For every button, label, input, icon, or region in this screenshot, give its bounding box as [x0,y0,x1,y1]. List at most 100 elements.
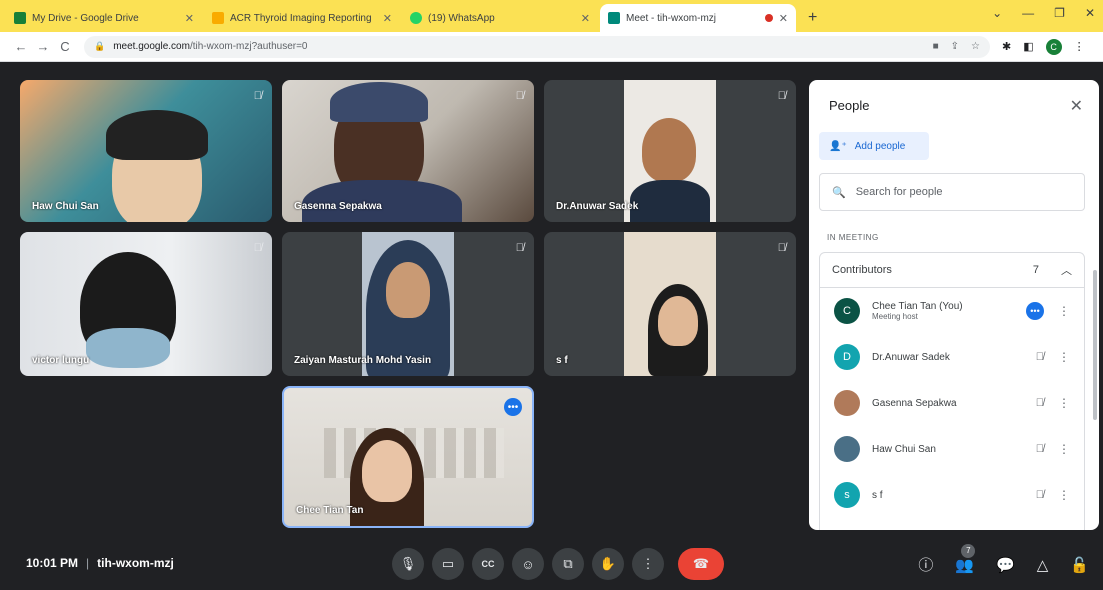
forward-icon[interactable]: → [32,39,54,54]
tab-search-icon[interactable]: ⌄ [992,6,1002,20]
acr-site-icon [212,12,224,24]
participant-hair [106,110,208,160]
omnibox-actions: ■ ⇪ ☆ [933,41,980,52]
speaking-indicator-icon[interactable]: ••• [504,398,522,416]
tab-title: (19) WhatsApp [428,12,495,24]
address-bar[interactable]: 🔒 meet.google.com /tih-wxom-mzj?authuser… [84,35,990,58]
extensions-puzzle-icon[interactable]: ✱ [1002,40,1011,53]
video-tile-dr-anuwar-sadek[interactable]: 🎙̸ Dr.Anuwar Sadek [544,80,796,222]
raise-hand-button[interactable]: ✋ [592,548,624,580]
meeting-details-icon[interactable]: ⓘ [918,554,933,575]
restore-icon[interactable]: ❐ [1054,6,1065,20]
participant-name-label: Gasenna Sepakwa [294,201,382,212]
side-panel-icon[interactable]: ◧ [1023,40,1033,53]
close-tab-icon[interactable]: ✕ [581,12,590,25]
video-tile-gasenna-sepakwa[interactable]: 🎙̸ Gasenna Sepakwa [282,80,534,222]
captions-button[interactable]: CC [472,548,504,580]
people-icon[interactable]: 👥 7 [955,543,976,574]
camera-button[interactable]: ▭ [432,548,464,580]
mic-off-icon[interactable]: 🎙̸ [1036,443,1044,455]
list-item[interactable]: Gasenna Sepakwa 🎙̸ ⋮ [820,380,1084,426]
participant-text: Dr.Anuwar Sadek [872,352,950,363]
participant-face [362,440,412,502]
reactions-button[interactable]: ☺ [512,548,544,580]
more-options-icon[interactable]: ⋮ [1058,442,1070,456]
microphone-icon: 🎙 [399,556,417,571]
group-count: 7 [1032,264,1039,276]
panel-scrollbar[interactable] [1093,270,1097,420]
lock-icon[interactable]: 🔒 [94,41,105,52]
meeting-time: 10:01 PM [26,556,79,570]
tab-google-drive[interactable]: My Drive - Google Drive ✕ [6,4,202,32]
close-tab-icon[interactable]: ✕ [383,12,392,25]
search-people-input[interactable]: 🔍 Search for people [819,173,1085,211]
panel-title: People [829,98,870,113]
mic-off-icon[interactable]: 🎙̸ [1036,397,1044,409]
list-item[interactable]: Haw Chui San 🎙̸ ⋮ [820,426,1084,472]
share-icon[interactable]: ⇪ [951,41,959,52]
mic-off-icon: 🎙̸ [515,242,524,254]
activities-icon[interactable]: △ [1037,556,1049,574]
face-mask [86,328,170,368]
contributors-group-header[interactable]: Contributors 7 ︿ [819,252,1085,288]
video-tile-zaiyan-masturah[interactable]: 🎙̸ Zaiyan Masturah Mohd Yasin [282,232,534,376]
tab-whatsapp[interactable]: (19) WhatsApp ✕ [402,4,598,32]
list-item[interactable]: C Chee Tian Tan (You) Meeting host ••• ⋮ [820,288,1084,334]
close-icon[interactable]: ✕ [1070,96,1083,116]
mic-off-icon[interactable]: 🎙̸ [1036,489,1044,501]
tab-acr-tirads[interactable]: ACR Thyroid Imaging Reporting ✕ [204,4,400,32]
section-label: IN MEETING [827,233,879,242]
list-item[interactable]: D Dr.Anuwar Sadek 🎙̸ ⋮ [820,334,1084,380]
video-tile-s-f[interactable]: 🎙̸ s f [544,232,796,376]
browser-tab-strip: My Drive - Google Drive ✕ ACR Thyroid Im… [0,0,1103,32]
present-button[interactable]: ⧉ [552,548,584,580]
video-tile-haw-chui-san[interactable]: 🎙̸ Haw Chui San [20,80,272,222]
search-icon: 🔍 [832,186,846,199]
search-placeholder: Search for people [855,186,943,198]
participant-name: s f [872,489,883,501]
avatar: C [834,298,860,324]
close-window-icon[interactable]: ✕ [1085,6,1095,20]
participant-name: Haw Chui San [872,443,936,455]
more-options-icon[interactable]: ⋮ [1058,350,1070,364]
url-host: meet.google.com [113,41,190,52]
host-controls-icon[interactable]: 🔓 [1070,556,1089,574]
bookmark-star-icon[interactable]: ☆ [971,41,980,52]
reload-icon[interactable]: C [54,39,76,54]
browser-toolbar: ← → C 🔒 meet.google.com /tih-wxom-mzj?au… [0,32,1103,62]
close-tab-icon[interactable]: ✕ [185,12,194,25]
chevron-up-icon[interactable]: ︿ [1061,262,1072,278]
more-options-icon[interactable]: ⋮ [1058,304,1070,318]
participant-list: C Chee Tian Tan (You) Meeting host ••• ⋮… [819,288,1085,530]
video-tile-victor-lungu[interactable]: 🎙̸ victor lungu [20,232,272,376]
closed-captions-icon: CC [481,559,495,569]
list-item[interactable]: s s f 🎙̸ ⋮ [820,472,1084,518]
mic-off-icon[interactable]: 🎙̸ [1036,351,1044,363]
microphone-button[interactable]: 🎙 [392,548,424,580]
more-options-icon[interactable]: ⋮ [1058,488,1070,502]
window-controls: ⌄ — ❐ ✕ [992,6,1095,20]
mic-off-icon: 🎙̸ [777,90,786,102]
minimize-icon[interactable]: — [1022,6,1034,20]
more-options-icon[interactable]: ⋮ [1058,396,1070,410]
profile-avatar[interactable]: C [1045,38,1062,55]
tab-google-meet[interactable]: Meet - tih-wxom-mzj ✕ [600,4,796,32]
more-options-button[interactable]: ⋮ [632,548,664,580]
participant-text: Haw Chui San [872,444,936,455]
url-path: /tih-wxom-mzj?authuser=0 [189,41,308,52]
participant-name-label: victor lungu [32,355,90,366]
menu-kebab-icon[interactable]: ⋮ [1074,40,1085,53]
back-icon[interactable]: ← [10,39,32,54]
participant-name: Chee Tian Tan (You) [872,301,963,312]
chat-icon[interactable]: 💬 [996,556,1015,574]
participant-name-label: Chee Tian Tan [296,505,364,516]
close-tab-icon[interactable]: ✕ [779,12,788,25]
camera-in-use-icon[interactable]: ■ [933,41,939,52]
leave-call-button[interactable]: ☎ [678,548,724,580]
add-people-button[interactable]: 👤⁺ Add people [819,132,929,160]
extensions-area: ✱ ◧ C ⋮ [1002,38,1085,55]
meeting-code: tih-wxom-mzj [97,556,174,570]
new-tab-button[interactable]: + [798,4,827,32]
video-tile-chee-tian-tan[interactable]: ••• Chee Tian Tan [282,386,534,528]
hand-icon: ✋ [599,556,617,571]
